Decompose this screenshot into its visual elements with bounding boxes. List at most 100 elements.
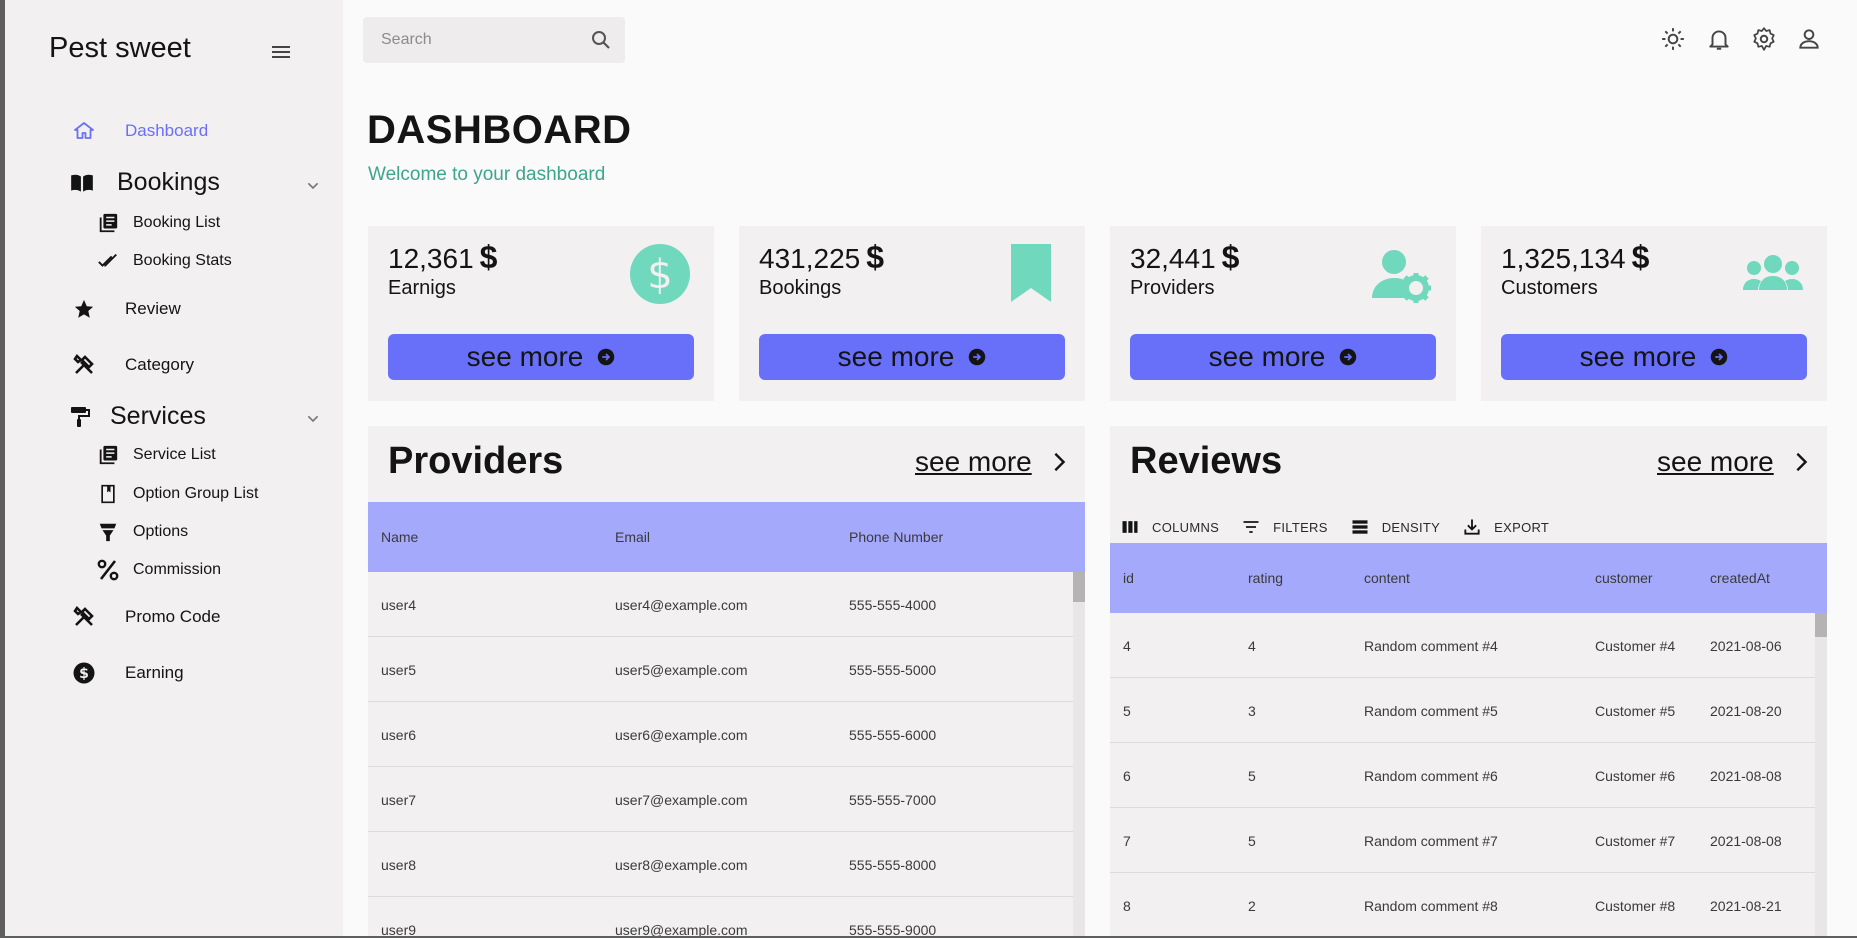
see-more-link[interactable]: see more: [1657, 446, 1812, 478]
scrollbar[interactable]: [1815, 613, 1827, 936]
column-header[interactable]: Phone Number: [849, 502, 943, 572]
sidebar: Pest sweet Dashboard Bookings Booking Li…: [5, 0, 343, 936]
scrollbar[interactable]: [1073, 572, 1085, 936]
cell-email: user7@example.com: [615, 791, 748, 808]
see-more-button[interactable]: see more: [1501, 334, 1807, 380]
sidebar-item-dashboard[interactable]: Dashboard: [71, 118, 208, 144]
see-more-link[interactable]: see more: [915, 446, 1070, 478]
sidebar-item-promo-code[interactable]: Promo Code: [71, 604, 220, 630]
column-header[interactable]: createdAt: [1710, 543, 1770, 613]
sidebar-item-label: Service List: [133, 446, 216, 463]
sidebar-item-review[interactable]: Review: [71, 296, 181, 322]
see-more-button[interactable]: see more: [388, 334, 694, 380]
export-button[interactable]: EXPORT: [1462, 517, 1549, 537]
table-header: Name Email Phone Number: [368, 502, 1085, 572]
tools-icon: [71, 604, 97, 630]
chevron-right-icon: [1796, 452, 1807, 472]
search-input[interactable]: [381, 25, 581, 55]
sidebar-item-booking-list[interactable]: Booking List: [95, 210, 220, 236]
notifications-icon[interactable]: [1706, 26, 1732, 52]
filter-list-icon: [1243, 521, 1259, 533]
cell-phone: 555-555-6000: [849, 726, 937, 743]
person-icon[interactable]: [1796, 26, 1822, 52]
arrow-circle-right-icon: [1340, 348, 1357, 366]
cell-email: user8@example.com: [615, 856, 748, 873]
search-bar: [363, 17, 625, 63]
star-icon: [71, 296, 97, 322]
cell-created-at: 2021-08-08: [1710, 767, 1782, 784]
table-row[interactable]: 6 5 Random comment #6 Customer #6 2021-0…: [1110, 743, 1815, 808]
menu-icon[interactable]: [264, 40, 298, 64]
column-header[interactable]: rating: [1248, 543, 1283, 613]
cell-customer: Customer #4: [1595, 637, 1676, 654]
sidebar-item-service-list[interactable]: Service List: [95, 442, 216, 468]
light-mode-icon[interactable]: [1660, 26, 1686, 52]
cell-created-at: 2021-08-20: [1710, 702, 1782, 719]
download-icon: [1464, 519, 1480, 535]
funnel-icon: [95, 519, 121, 545]
columns-button[interactable]: COLUMNS: [1120, 517, 1219, 537]
column-header[interactable]: Name: [381, 502, 418, 572]
stat-label: Bookings: [759, 277, 842, 299]
sidebar-item-label: Review: [125, 299, 181, 318]
sidebar-item-booking-stats[interactable]: Booking Stats: [95, 248, 232, 274]
sidebar-item-label: Dashboard: [125, 121, 209, 140]
cell-name: user9: [381, 921, 417, 937]
table-row[interactable]: user4 user4@example.com 555-555-4000: [368, 572, 1073, 637]
sidebar-item-label: Option Group List: [133, 485, 259, 502]
see-more-button[interactable]: see more: [1130, 334, 1436, 380]
column-header[interactable]: content: [1364, 543, 1410, 613]
dollar-circle-icon: $: [71, 660, 97, 686]
table-row[interactable]: user6 user6@example.com 555-555-6000: [368, 702, 1073, 767]
stat-value: 431,225 $: [759, 239, 885, 275]
cell-phone: 555-555-8000: [849, 856, 937, 873]
table-row[interactable]: user9 user9@example.com 555-555-9000: [368, 897, 1073, 937]
cell-phone: 555-555-5000: [849, 661, 937, 678]
table-row[interactable]: user5 user5@example.com 555-555-5000: [368, 637, 1073, 702]
library-books-icon: [95, 442, 121, 468]
sidebar-item-bookings[interactable]: Bookings: [69, 168, 220, 197]
cell-name: user7: [381, 791, 417, 808]
cell-content: Random comment #5: [1364, 702, 1498, 719]
sidebar-item-option-group-list[interactable]: Option Group List: [95, 481, 258, 507]
cell-customer: Customer #7: [1595, 832, 1676, 849]
density-button[interactable]: DENSITY: [1350, 517, 1440, 537]
sidebar-item-label: Booking Stats: [133, 252, 232, 269]
cell-customer: Customer #5: [1595, 702, 1676, 719]
table-row[interactable]: user8 user8@example.com 555-555-8000: [368, 832, 1073, 897]
sidebar-item-label: Commission: [133, 561, 222, 578]
cell-email: user9@example.com: [615, 921, 748, 937]
column-header[interactable]: id: [1123, 543, 1134, 613]
currency-symbol: $: [866, 239, 885, 275]
cell-rating: 2: [1248, 897, 1256, 914]
stat-value: 32,441 $: [1130, 239, 1240, 275]
sidebar-item-services[interactable]: Services: [67, 402, 206, 431]
table-row[interactable]: 7 5 Random comment #7 Customer #7 2021-0…: [1110, 808, 1815, 873]
chevron-down-icon[interactable]: [305, 411, 321, 427]
search-icon[interactable]: [589, 28, 613, 52]
home-icon: [71, 118, 97, 144]
sidebar-item-category[interactable]: Category: [71, 352, 194, 378]
column-header[interactable]: customer: [1595, 543, 1653, 613]
column-header[interactable]: Email: [615, 502, 650, 572]
scrollbar-thumb[interactable]: [1815, 613, 1827, 637]
scrollbar-thumb[interactable]: [1073, 572, 1085, 602]
chevron-down-icon[interactable]: [305, 178, 321, 194]
table-row[interactable]: 4 4 Random comment #4 Customer #4 2021-0…: [1110, 613, 1815, 678]
stat-value: 1,325,134 $: [1501, 239, 1650, 275]
table-row[interactable]: 5 3 Random comment #5 Customer #5 2021-0…: [1110, 678, 1815, 743]
bookmark-outline-icon: [95, 481, 121, 507]
sidebar-item-options[interactable]: Options: [95, 519, 188, 545]
view-column-icon: [1122, 521, 1138, 533]
see-more-button[interactable]: see more: [759, 334, 1065, 380]
table-row[interactable]: 8 2 Random comment #8 Customer #8 2021-0…: [1110, 873, 1815, 936]
filters-button[interactable]: FILTERS: [1241, 517, 1328, 537]
sidebar-item-earning[interactable]: $ Earning: [71, 660, 184, 686]
sidebar-item-commission[interactable]: Commission: [95, 557, 221, 583]
settings-icon[interactable]: [1751, 26, 1777, 52]
cell-content: Random comment #7: [1364, 832, 1498, 849]
svg-text:$: $: [79, 666, 89, 682]
table-row[interactable]: user7 user7@example.com 555-555-7000: [368, 767, 1073, 832]
cell-id: 5: [1123, 702, 1131, 719]
cell-name: user5: [381, 661, 417, 678]
